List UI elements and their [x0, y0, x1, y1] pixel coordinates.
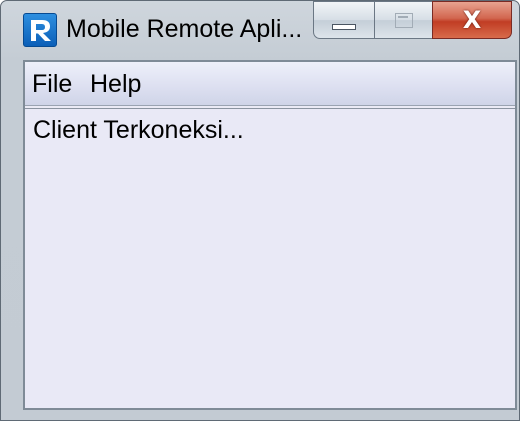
- title-bar[interactable]: Mobile Remote Apli... X: [1, 1, 519, 59]
- window-title: Mobile Remote Apli...: [66, 15, 303, 43]
- app-logo-icon[interactable]: [23, 13, 57, 47]
- maximize-icon: [395, 13, 413, 28]
- close-button[interactable]: X: [432, 1, 512, 39]
- minimize-icon: [332, 24, 356, 30]
- caption-buttons: X: [313, 1, 513, 41]
- maximize-button[interactable]: [374, 1, 433, 39]
- menu-file[interactable]: File: [32, 69, 72, 99]
- content-panel: Client Terkoneksi...: [25, 108, 515, 408]
- close-icon: X: [462, 6, 482, 34]
- minimize-button[interactable]: [313, 1, 375, 39]
- client-area: File Help Client Terkoneksi...: [23, 60, 517, 410]
- status-text: Client Terkoneksi...: [33, 116, 244, 144]
- menu-help[interactable]: Help: [90, 69, 141, 99]
- app-window: Mobile Remote Apli... X File Help Client…: [0, 0, 520, 421]
- menu-bar: File Help: [25, 62, 515, 106]
